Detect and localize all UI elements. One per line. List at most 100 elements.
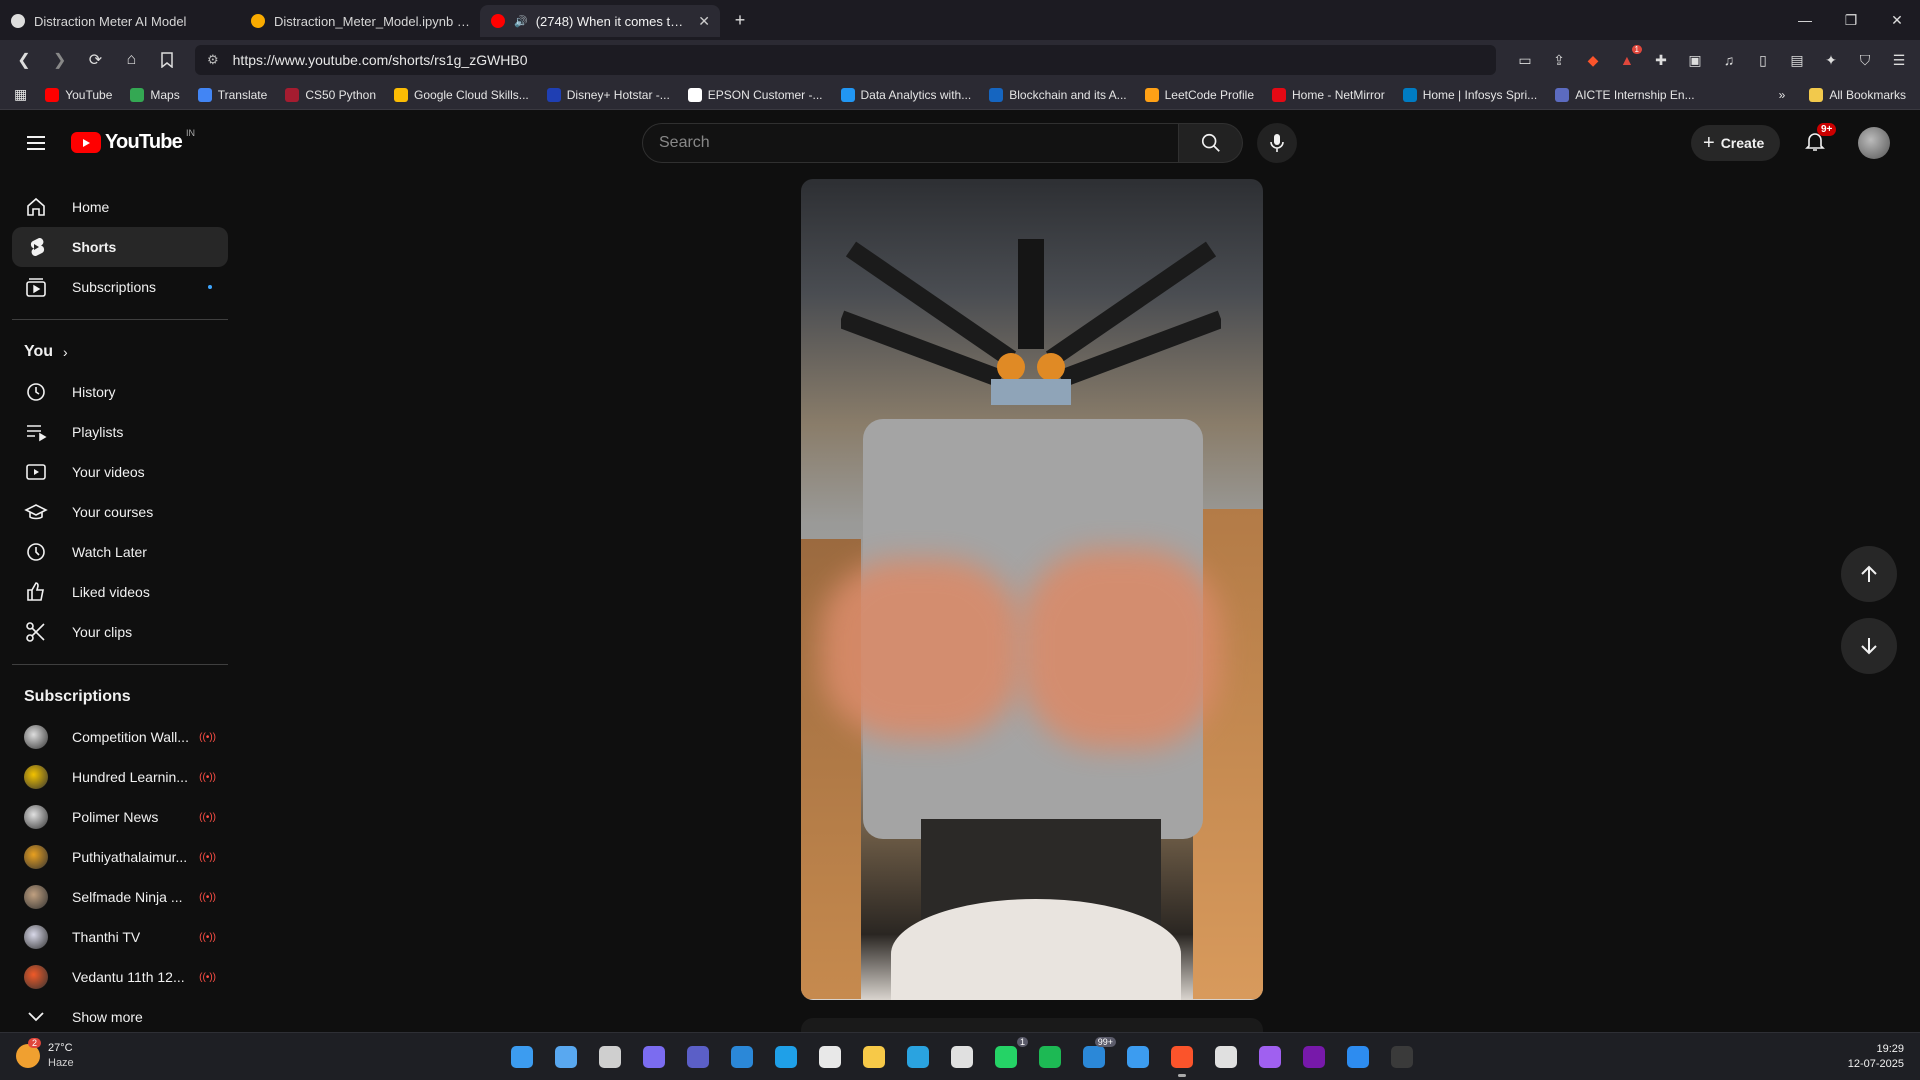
- search-input[interactable]: [642, 123, 1179, 163]
- youtube-logo[interactable]: YouTube IN: [71, 128, 195, 154]
- sidebar-item-your-courses[interactable]: Your courses: [12, 492, 228, 532]
- search-button[interactable]: [1179, 123, 1243, 163]
- subscription-item[interactable]: Puthiyathalaimur... ((•)): [12, 837, 228, 877]
- reload-button[interactable]: ⟳: [82, 46, 110, 74]
- previous-short-button[interactable]: [1841, 546, 1897, 602]
- app-glyph: [599, 1046, 621, 1068]
- restore-button[interactable]: ❐: [1828, 0, 1874, 40]
- start-icon[interactable]: [506, 1041, 538, 1073]
- apps-grid-icon[interactable]: ▦: [14, 86, 27, 103]
- browser-tab[interactable]: Distraction Meter AI Model: [0, 5, 240, 37]
- bookmark-item[interactable]: YouTube: [45, 87, 112, 102]
- subscription-item[interactable]: Selfmade Ninja ... ((•)): [12, 877, 228, 917]
- subscription-item[interactable]: Competition Wall... ((•)): [12, 717, 228, 757]
- cast-icon[interactable]: ▭: [1514, 49, 1536, 71]
- notifications-button[interactable]: 9+: [1803, 123, 1837, 157]
- browser-tab[interactable]: Distraction_Meter_Model.ipynb - Col: [240, 5, 480, 37]
- menu-icon[interactable]: ☰: [1888, 49, 1910, 71]
- bookmark-item[interactable]: Translate: [197, 87, 267, 102]
- sidebar-item-playlists[interactable]: Playlists: [12, 412, 228, 452]
- brave-rewards-icon[interactable]: ▲ 1: [1616, 45, 1642, 71]
- bookmark-favicon-icon: [1272, 87, 1287, 102]
- bookmark-item[interactable]: EPSON Customer -...: [687, 87, 823, 102]
- bookmark-item[interactable]: Google Cloud Skills...: [394, 87, 529, 102]
- bookmark-item[interactable]: CS50 Python: [285, 87, 376, 102]
- bookmark-item[interactable]: LeetCode Profile: [1144, 87, 1254, 102]
- sidebar-toggle-icon[interactable]: ▯: [1752, 49, 1774, 71]
- bookmark-item[interactable]: Data Analytics with...: [840, 87, 971, 102]
- browser-tab[interactable]: 🔊 (2748) When it comes to men ✕: [480, 5, 720, 37]
- speaker-icon[interactable]: 🔊: [514, 15, 528, 28]
- screenshot-icon[interactable]: ▣: [1684, 49, 1706, 71]
- subscription-item[interactable]: Thanthi TV ((•)): [12, 917, 228, 957]
- brave-icon[interactable]: [1166, 1041, 1198, 1077]
- address-bar[interactable]: ⚙ https://www.youtube.com/shorts/rs1g_zG…: [194, 45, 1496, 75]
- store-app-icon[interactable]: [726, 1041, 758, 1073]
- bookmark-item[interactable]: Home - NetMirror: [1272, 87, 1385, 102]
- subscription-item[interactable]: Hundred Learnin... ((•)): [12, 757, 228, 797]
- bookmark-item[interactable]: Blockchain and its A...: [989, 87, 1127, 102]
- chrome-icon[interactable]: [1210, 1041, 1242, 1073]
- subscription-item[interactable]: Polimer News ((•)): [12, 797, 228, 837]
- search-icon[interactable]: [550, 1041, 582, 1073]
- system-clock[interactable]: 19:29 12-07-2025: [1848, 1042, 1904, 1072]
- bookmark-label: Maps: [150, 87, 180, 102]
- sidebar-item-shorts[interactable]: Shorts: [12, 227, 228, 267]
- edge-icon[interactable]: [770, 1041, 802, 1073]
- home-button[interactable]: ⌂: [117, 46, 145, 74]
- account-avatar[interactable]: [1858, 127, 1890, 159]
- phone-link-icon[interactable]: 99+: [1078, 1037, 1116, 1073]
- teams-icon[interactable]: [682, 1041, 714, 1073]
- media-icon[interactable]: ♫: [1718, 49, 1740, 71]
- spotify-icon[interactable]: [1034, 1041, 1066, 1073]
- brave-shields-icon[interactable]: ◆: [1582, 49, 1604, 71]
- whatsapp-icon[interactable]: 1: [990, 1037, 1028, 1073]
- all-bookmarks-folder[interactable]: All Bookmarks: [1809, 87, 1906, 102]
- weather-widget[interactable]: 2 27°C Haze: [16, 1038, 74, 1071]
- forward-button[interactable]: ❯: [46, 46, 74, 74]
- bookmark-item[interactable]: AICTE Internship En...: [1555, 87, 1695, 102]
- sidebar-item-your-videos[interactable]: Your videos: [12, 452, 228, 492]
- share-icon[interactable]: ⇪: [1548, 49, 1570, 71]
- sidebar-item-your-clips[interactable]: Your clips: [12, 612, 228, 652]
- you-section-heading[interactable]: You ›: [12, 332, 228, 372]
- close-tab-icon[interactable]: ✕: [698, 13, 710, 30]
- todo-icon[interactable]: [1122, 1041, 1154, 1073]
- extensions-icon[interactable]: ✚: [1650, 49, 1672, 71]
- terminal-icon[interactable]: [1386, 1041, 1418, 1073]
- ms-store-icon[interactable]: [814, 1041, 846, 1073]
- vscode-icon[interactable]: [1342, 1041, 1374, 1073]
- wallet-icon[interactable]: ▤: [1786, 49, 1808, 71]
- media-player-icon[interactable]: [946, 1041, 978, 1073]
- sidebar-item-watch-later[interactable]: Watch Later: [12, 532, 228, 572]
- bookmark-item[interactable]: Maps: [130, 87, 180, 102]
- vpn-icon[interactable]: ⛉: [1854, 49, 1876, 71]
- sidebar-item-subscriptions[interactable]: Subscriptions: [12, 267, 228, 307]
- bookmark-item[interactable]: Home | Infosys Spri...: [1402, 87, 1537, 102]
- sidebar-item-liked-videos[interactable]: Liked videos: [12, 572, 228, 612]
- more-bookmarks-icon[interactable]: »: [1779, 88, 1786, 102]
- sidebar-item-history[interactable]: History: [12, 372, 228, 412]
- back-button[interactable]: ❮: [10, 46, 38, 74]
- copilot-icon[interactable]: [638, 1041, 670, 1073]
- voice-search-button[interactable]: [1257, 123, 1297, 163]
- telegram-icon[interactable]: [902, 1041, 934, 1073]
- bookmark-item[interactable]: Disney+ Hotstar -...: [546, 87, 670, 102]
- shorts-video-player[interactable]: [801, 179, 1263, 1000]
- leo-ai-icon[interactable]: ✦: [1820, 49, 1842, 71]
- minimize-button[interactable]: —: [1782, 0, 1828, 40]
- create-button[interactable]: + Create: [1691, 125, 1781, 161]
- bookmark-button[interactable]: [153, 46, 181, 74]
- file-explorer-icon[interactable]: [858, 1041, 890, 1073]
- close-window-button[interactable]: ✕: [1874, 0, 1920, 40]
- arc-icon[interactable]: [1254, 1041, 1286, 1073]
- site-settings-icon[interactable]: ⚙: [207, 52, 219, 68]
- sidebar-item-home[interactable]: Home: [12, 187, 228, 227]
- subscription-item[interactable]: Vedantu 11th 12... ((•)): [12, 957, 228, 997]
- new-tab-button[interactable]: +: [726, 6, 754, 34]
- task-view-icon[interactable]: [594, 1041, 626, 1073]
- show-more-button[interactable]: Show more: [12, 997, 228, 1032]
- onenote-icon[interactable]: [1298, 1041, 1330, 1073]
- guide-menu-button[interactable]: [24, 131, 48, 155]
- next-short-button[interactable]: [1841, 618, 1897, 674]
